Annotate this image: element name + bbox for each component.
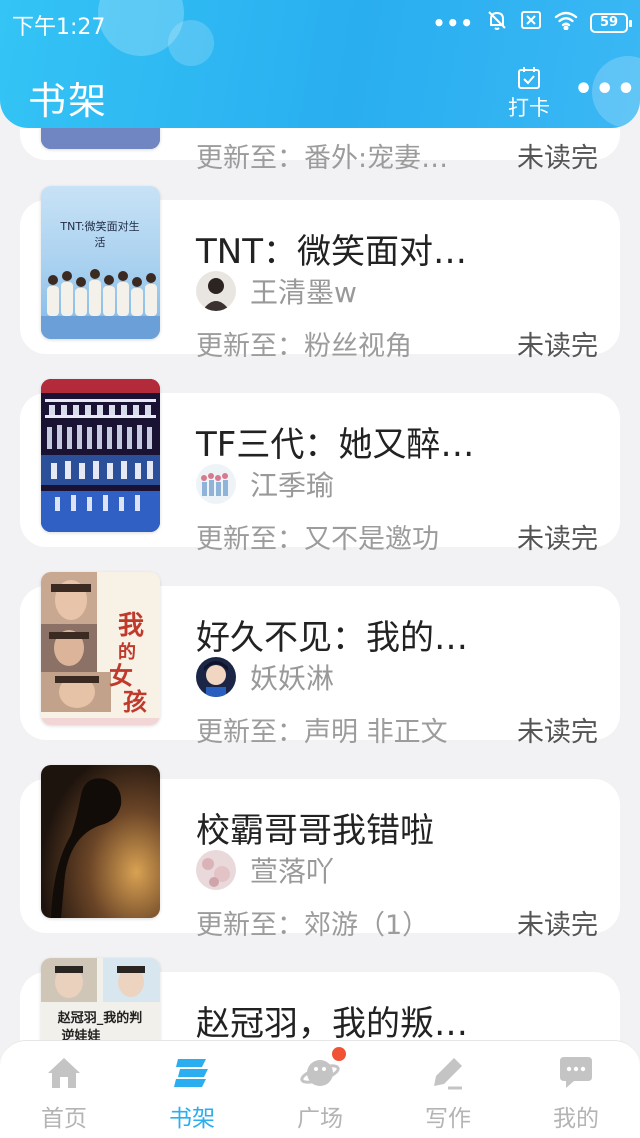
author-avatar [196, 464, 236, 504]
svg-text:女: 女 [109, 661, 133, 690]
cover-text: 我 [118, 611, 144, 641]
wifi-icon [554, 10, 578, 35]
book-cover[interactable] [41, 765, 160, 918]
chat-bubble-icon [556, 1055, 596, 1091]
battery-icon: 59 [590, 12, 632, 33]
nav-write[interactable]: 写作 [384, 1041, 512, 1138]
book-title: 赵冠羽，我的叛… [196, 1004, 468, 1044]
author-row: 王清墨w [196, 270, 357, 312]
svg-text:的: 的 [118, 641, 136, 663]
read-status: 未读完 [517, 331, 598, 362]
calendar-check-icon [516, 66, 542, 90]
nav-square[interactable]: 广场 [256, 1041, 384, 1138]
nav-label: 书架 [169, 1106, 215, 1132]
book-title: 校霸哥哥我错啦 [196, 811, 434, 851]
author-avatar [196, 850, 236, 890]
author-row: 妖妖淋 [196, 656, 334, 698]
book-cover[interactable]: TNT:微笑面对生 活 [41, 186, 160, 339]
author-name: 萱落吖 [250, 855, 335, 888]
page-title: 书架 [28, 79, 109, 123]
notification-badge [332, 1047, 346, 1061]
book-card[interactable]: TF三代：她又醉… 江季瑜 更新至：又不是邀功 未读完 [20, 379, 620, 555]
book-card[interactable]: 我 的 女 孩 好久不见：我的… 妖妖淋 更新至：声明 非正文 未读完 [20, 572, 620, 748]
more-button[interactable]: ••• [574, 75, 636, 108]
status-icons: ••• 59 [432, 9, 632, 36]
update-info: 更新至：番外:宠妻… [196, 143, 449, 174]
checkin-label: 打卡 [508, 96, 550, 120]
nav-bookshelf[interactable]: 书架 [128, 1041, 256, 1138]
book-cover[interactable] [41, 379, 160, 532]
author-row: 江季瑜 [196, 463, 334, 505]
home-icon [44, 1055, 84, 1091]
book-card[interactable]: TNT:微笑面对生 活 TNT：微笑面对… 王清墨w 更新至：粉丝视角 未读完 [20, 186, 620, 362]
author-avatar [196, 271, 236, 311]
nav-home[interactable]: 首页 [0, 1041, 128, 1138]
notification-dots-icon: ••• [432, 10, 474, 35]
update-info: 更新至：声明 非正文 [196, 717, 448, 748]
planet-icon [300, 1055, 340, 1091]
nav-label: 我的 [553, 1106, 599, 1132]
update-info: 更新至：粉丝视角 [196, 331, 412, 362]
update-info: 更新至：郊游（1） [196, 910, 430, 941]
status-bar: 下午1:27 ••• 59 [0, 0, 640, 46]
app-header: 下午1:27 ••• 59 书架 打卡 ••• [0, 0, 640, 128]
book-title: TNT：微笑面对… [196, 232, 467, 272]
bookshelf-icon [172, 1055, 212, 1091]
book-cover[interactable]: 我 的 女 孩 [41, 572, 160, 725]
author-row: 萱落吖 [196, 849, 334, 891]
nav-label: 写作 [425, 1106, 471, 1132]
read-status: 未读完 [517, 524, 598, 555]
cover-text: 赵冠羽_我的判 [57, 1010, 143, 1026]
pen-icon [428, 1055, 468, 1091]
nav-label: 广场 [297, 1106, 343, 1132]
book-title: TF三代：她又醉… [196, 425, 475, 465]
author-name: 江季瑜 [250, 469, 335, 502]
author-avatar [196, 657, 236, 697]
read-status: 未读完 [517, 717, 598, 748]
read-status: 未读完 [517, 143, 598, 174]
svg-text:孩: 孩 [123, 687, 147, 716]
mute-bell-icon [486, 9, 508, 36]
update-info: 更新至：又不是邀功 [196, 524, 439, 555]
no-sim-icon [520, 10, 542, 35]
book-card[interactable]: 校霸哥哥我错啦 萱落吖 更新至：郊游（1） 未读完 [20, 765, 620, 941]
book-title: 好久不见：我的… [196, 618, 468, 658]
bottom-nav: 首页 书架 广场 写作 我的 [0, 1040, 640, 1138]
nav-mine[interactable]: 我的 [512, 1041, 640, 1138]
nav-label: 首页 [41, 1106, 87, 1132]
author-name: 妖妖淋 [250, 662, 335, 695]
status-time: 下午1:27 [12, 15, 106, 40]
cover-text: TNT:微笑面对生 [59, 219, 139, 233]
svg-text:活: 活 [95, 236, 106, 249]
checkin-button[interactable]: 打卡 [502, 66, 556, 122]
author-name: 王清墨w [250, 276, 357, 309]
read-status: 未读完 [517, 910, 598, 941]
